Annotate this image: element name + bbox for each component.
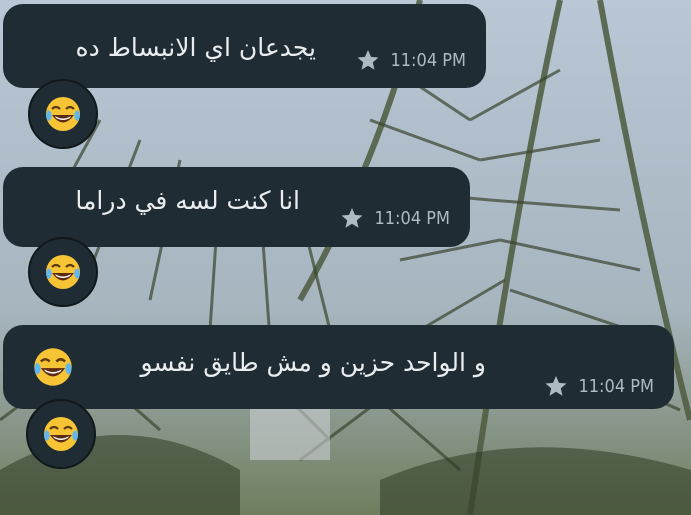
reaction-badge[interactable] — [26, 399, 96, 469]
message-time: 11:04 PM — [374, 207, 450, 229]
reaction-badge[interactable] — [28, 79, 98, 149]
message-bubble[interactable]: يجدعان اي الانبساط ده 11:04 PM — [3, 4, 486, 88]
star-icon — [341, 208, 363, 228]
message-text: و الواحد حزين و مش طايق نفسو — [140, 348, 486, 377]
message-text: يجدعان اي الانبساط ده — [75, 33, 316, 62]
face-with-tears-of-joy-icon — [46, 97, 80, 131]
message-meta: 11:04 PM — [544, 374, 654, 398]
reaction-badge[interactable] — [28, 237, 98, 307]
star-icon — [357, 50, 379, 70]
message-meta: 11:04 PM — [356, 48, 466, 72]
face-with-tears-of-joy-icon — [44, 417, 78, 451]
message-time: 11:04 PM — [578, 375, 654, 397]
star-icon — [545, 376, 567, 396]
message-meta: 11:04 PM — [340, 206, 450, 230]
message-bubble[interactable]: و الواحد حزين و مش طايق نفسو 11:04 PM — [3, 325, 674, 409]
face-with-tears-of-joy-icon — [46, 255, 80, 289]
message-time: 11:04 PM — [390, 49, 466, 71]
face-with-tears-of-joy-icon — [34, 348, 72, 386]
message-text: انا كنت لسه في دراما — [75, 186, 300, 215]
message-bubble[interactable]: انا كنت لسه في دراما 11:04 PM — [3, 167, 470, 247]
